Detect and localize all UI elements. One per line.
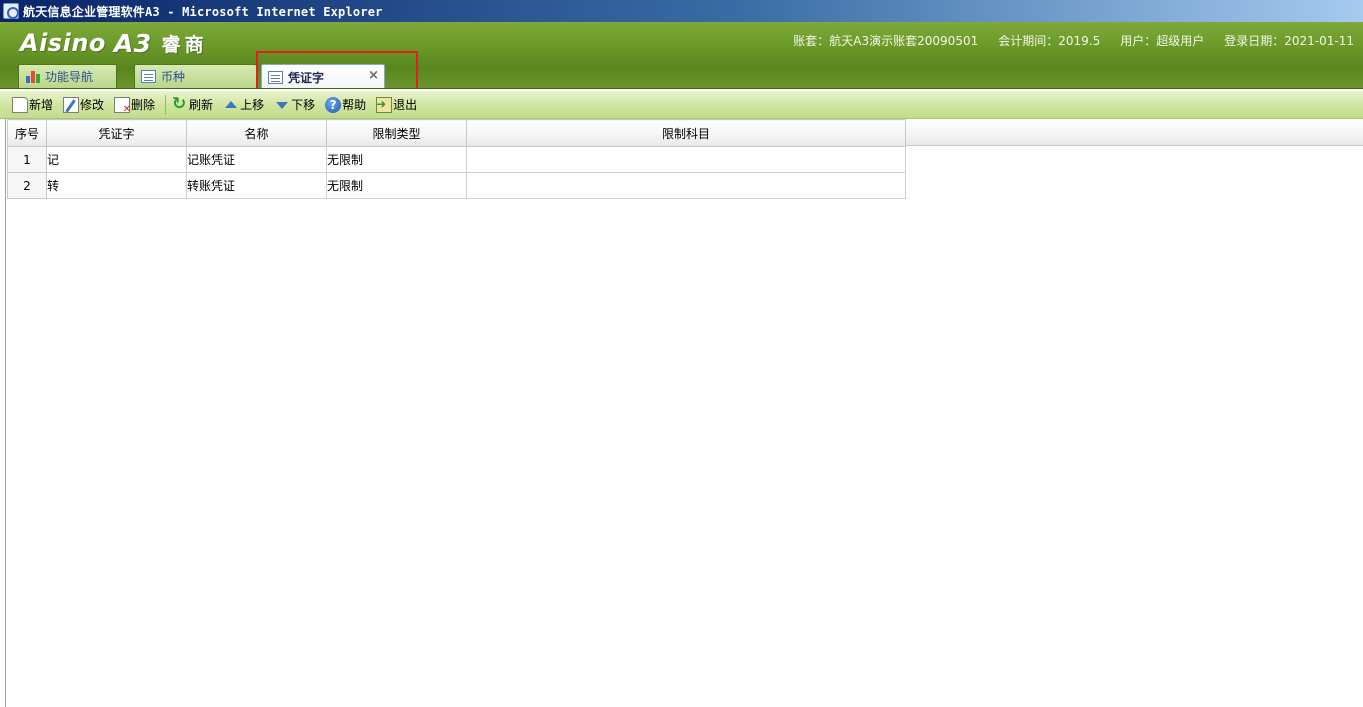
account-label: 账套：航天A3演示账套20090501 [793,34,979,48]
limit-type-cell[interactable]: 无限制 [326,172,467,199]
arrow-up-icon [223,97,239,113]
tab-strip: 功能导航 币种 凭证字 × [0,64,1363,89]
account-info-bar: 账套：航天A3演示账套20090501 会计期间：2019.5 用户：超级用户 … [793,32,1354,49]
user-label: 用户：超级用户 [1120,34,1205,48]
edit-button[interactable]: 修改 [61,94,106,116]
help-button[interactable]: ? 帮助 [323,94,368,116]
window-title-bar[interactable]: 航天信息企业管理软件A3 - Microsoft Internet Explor… [0,0,1363,22]
product-name: 睿商 [161,33,208,56]
exit-icon [376,96,393,113]
refresh-button-label: 刷新 [189,98,214,112]
arrow-down-icon [274,97,290,113]
tab-currency[interactable]: 币种 [134,64,257,88]
aisino-logo: Aisino A3 睿商 [20,28,208,58]
move-up-button[interactable]: 上移 [221,94,266,116]
logo-version: A3 [113,28,152,58]
grid-area: 序号 凭证字 名称 限制类型 限制科目 1 记 记账凭证 无限制 2 转 转账凭… [5,119,1363,707]
tab-label: 凭证字 [288,70,325,85]
grid-header-filler [905,119,1363,146]
window-title: 航天信息企业管理软件A3 - Microsoft Internet Explor… [23,4,383,19]
move-up-button-label: 上移 [240,98,265,112]
column-header-name[interactable]: 名称 [186,119,327,147]
help-icon: ? [325,96,342,113]
tab-voucher-word[interactable]: 凭证字 × [261,64,385,89]
exit-button[interactable]: 退出 [374,94,419,116]
edit-button-label: 修改 [80,98,105,112]
refresh-button[interactable]: 刷新 [170,94,215,116]
row-index-cell[interactable]: 1 [7,146,47,173]
table-header-row: 序号 凭证字 名称 限制类型 限制科目 [7,119,906,147]
limit-type-cell[interactable]: 无限制 [326,146,467,173]
row-index-cell[interactable]: 2 [7,172,47,199]
tab-function-navigation[interactable]: 功能导航 [18,64,117,88]
name-cell[interactable]: 记账凭证 [186,146,327,173]
logo-text: Aisino [20,29,106,57]
close-tab-icon[interactable]: × [368,68,379,83]
delete-button[interactable]: 删除 [112,94,157,116]
voucher-word-table: 序号 凭证字 名称 限制类型 限制科目 1 记 记账凭证 无限制 2 转 转账凭… [7,119,906,199]
column-header-index[interactable]: 序号 [7,119,47,147]
edit-pencil-icon [63,96,80,113]
login-date-label: 登录日期：2021-01-11 [1224,34,1354,48]
column-header-limit-subject[interactable]: 限制科目 [466,119,906,147]
table-row[interactable]: 1 记 记账凭证 无限制 [7,146,906,173]
column-header-voucher-word[interactable]: 凭证字 [46,119,187,147]
limit-subject-cell[interactable] [466,146,906,173]
document-icon [268,70,283,84]
help-button-label: 帮助 [342,98,367,112]
tab-label: 币种 [161,70,186,84]
delete-button-label: 删除 [131,98,156,112]
chart-icon [25,70,40,83]
new-button-label: 新增 [29,98,54,112]
delete-icon [114,96,131,115]
internet-explorer-icon [3,3,19,19]
column-header-limit-type[interactable]: 限制类型 [326,119,467,147]
move-down-button[interactable]: 下移 [272,94,317,116]
new-document-icon [12,96,28,113]
name-cell[interactable]: 转账凭证 [186,172,327,199]
move-down-button-label: 下移 [291,98,316,112]
accounting-period-label: 会计期间：2019.5 [998,34,1101,48]
voucher-word-cell[interactable]: 转 [46,172,187,199]
toolbar-separator [165,94,167,115]
refresh-icon [172,94,188,114]
tab-label: 功能导航 [45,70,94,84]
toolbar: 新增 修改 删除 刷新 上移 下移 ? 帮助 退出 [0,91,1363,119]
document-icon [141,70,156,83]
voucher-word-cell[interactable]: 记 [46,146,187,173]
limit-subject-cell[interactable] [466,172,906,199]
new-button[interactable]: 新增 [10,94,55,116]
exit-button-label: 退出 [393,98,418,112]
table-row[interactable]: 2 转 转账凭证 无限制 [7,172,906,199]
